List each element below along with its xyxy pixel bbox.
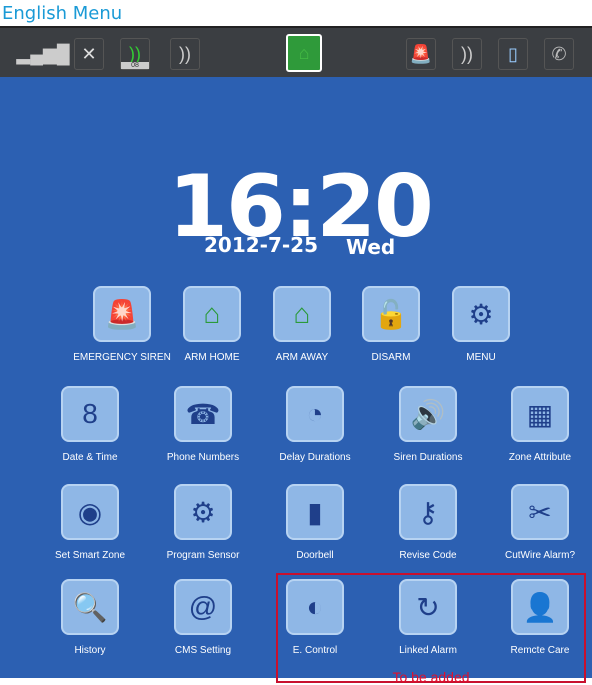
clock-day: Wed (346, 235, 396, 259)
menu-item-e-control[interactable]: ◐ E. Control (260, 579, 370, 656)
menu-item-phone-numbers[interactable]: ☎ Phone Numbers (148, 386, 258, 463)
menu-item-cms-setting[interactable]: @ CMS Setting (148, 579, 258, 656)
clock-icon[interactable]: ◔ (286, 386, 344, 442)
menu-item-program-sensor[interactable]: ⚙ Program Sensor (148, 484, 258, 561)
menu-item-label: History (74, 645, 106, 656)
menu-item-label: Remcte Care (510, 645, 570, 656)
menu-item-label: Revise Code (399, 550, 457, 561)
arm-home-icon[interactable]: ⌂ (183, 286, 241, 342)
menu-item-label: Linked Alarm (399, 645, 457, 656)
menu-item-label: Set Smart Zone (54, 550, 126, 561)
door-icon: ▯ (498, 38, 528, 70)
door-sensor-icon: )) (452, 38, 482, 70)
radar-icon[interactable]: ◉ (61, 484, 119, 540)
history-search-icon[interactable]: 🔍 (61, 579, 119, 635)
to-be-added-label: To be added (392, 669, 470, 685)
phone-line-cut-icon: ✆ (544, 38, 574, 70)
menu-item-label: Zone Attribute (508, 452, 572, 463)
gear-icon[interactable]: ⚙ (452, 286, 510, 342)
menu-item-label: CutWire Alarm? (504, 550, 575, 561)
status-bar: ▂▄▆█ ✕ )) 08)) ⌂ 🚨)) ▯ ✆ (0, 26, 592, 77)
doorbell-icon[interactable]: ▮ (286, 484, 344, 540)
menu-item-set-smart-zone[interactable]: ◉ Set Smart Zone (35, 484, 145, 561)
main-screen: 16:20 2012-7-25 Wed To be added 🚨 EMERGEN… (0, 77, 592, 685)
menu-item-label: Phone Numbers (166, 452, 240, 463)
menu-item-label: Date & Time (62, 452, 118, 463)
zone-sensor-icon: )) 08 (120, 38, 150, 70)
menu-item-label: Program Sensor (166, 550, 240, 561)
menu-item-delay-durations[interactable]: ◔ Delay Durations (260, 386, 370, 463)
zone-wrench-icon[interactable]: ▦ (511, 386, 569, 442)
page-title: English Menu (2, 3, 123, 24)
menu-item-siren-durations[interactable]: 🔊 Siren Durations (373, 386, 483, 463)
menu-item-zone-attribute[interactable]: ▦ Zone Attribute (485, 386, 592, 463)
home-armed-icon: ⌂ (286, 34, 322, 72)
menu-item-label: CMS Setting (174, 645, 232, 656)
unlock-icon[interactable]: 🔓 (362, 286, 420, 342)
signal-icon: ▂▄▆█ (16, 43, 70, 64)
sensor-icon[interactable]: ⚙ (174, 484, 232, 540)
cms-laptop-icon[interactable]: @ (174, 579, 232, 635)
menu-item-cutwire-alarm[interactable]: ✂ CutWire Alarm? (485, 484, 592, 561)
siren-icon: 🚨 (406, 38, 436, 70)
speaker-icon[interactable]: 🔊 (399, 386, 457, 442)
menu-item-date-time[interactable]: 8 Date & Time (35, 386, 145, 463)
menu-item-revise-code[interactable]: ⚷ Revise Code (373, 484, 483, 561)
menu-item-label: MENU (466, 352, 496, 363)
menu-item-linked-alarm[interactable]: ↻ Linked Alarm (373, 579, 483, 656)
menu-item-label: E. Control (292, 645, 338, 656)
keys-icon[interactable]: ⚷ (399, 484, 457, 540)
linked-alarm-icon[interactable]: ↻ (399, 579, 457, 635)
menu-item-history[interactable]: 🔍 History (35, 579, 145, 656)
cut-wire-icon[interactable]: ✂ (511, 484, 569, 540)
arm-away-icon[interactable]: ⌂ (273, 286, 331, 342)
menu-item-label: Doorbell (296, 550, 334, 561)
phone-book-icon[interactable]: ☎ (174, 386, 232, 442)
menu-item-label: Siren Durations (393, 452, 463, 463)
no-sim-icon: ✕ (74, 38, 104, 70)
zone-number: 08 (121, 62, 149, 69)
e-control-icon[interactable]: ◐ (286, 579, 344, 635)
remote-care-icon: )) (170, 38, 200, 70)
remote-care-icon[interactable]: 👤 (511, 579, 569, 635)
menu-item-doorbell[interactable]: ▮ Doorbell (260, 484, 370, 561)
menu-item-remcte-care[interactable]: 👤 Remcte Care (485, 579, 592, 656)
siren-icon[interactable]: 🚨 (93, 286, 151, 342)
calendar-icon[interactable]: 8 (61, 386, 119, 442)
clock-date: 2012-7-25 (204, 233, 319, 257)
menu-item-label: Delay Durations (279, 452, 351, 463)
menu-item-menu[interactable]: ⚙ MENU (426, 286, 536, 363)
